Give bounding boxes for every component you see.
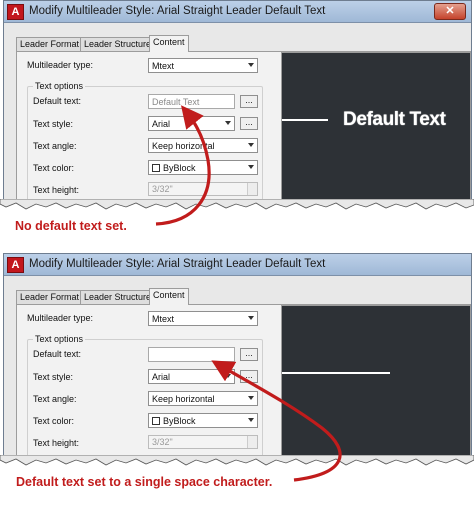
arrow-to-default-text bbox=[155, 105, 211, 226]
annotation-arrows bbox=[155, 105, 342, 482]
tab-content[interactable]: Content bbox=[149, 35, 189, 52]
arrow-to-empty-default-text bbox=[211, 360, 342, 482]
tab-content[interactable]: Content bbox=[149, 288, 189, 305]
